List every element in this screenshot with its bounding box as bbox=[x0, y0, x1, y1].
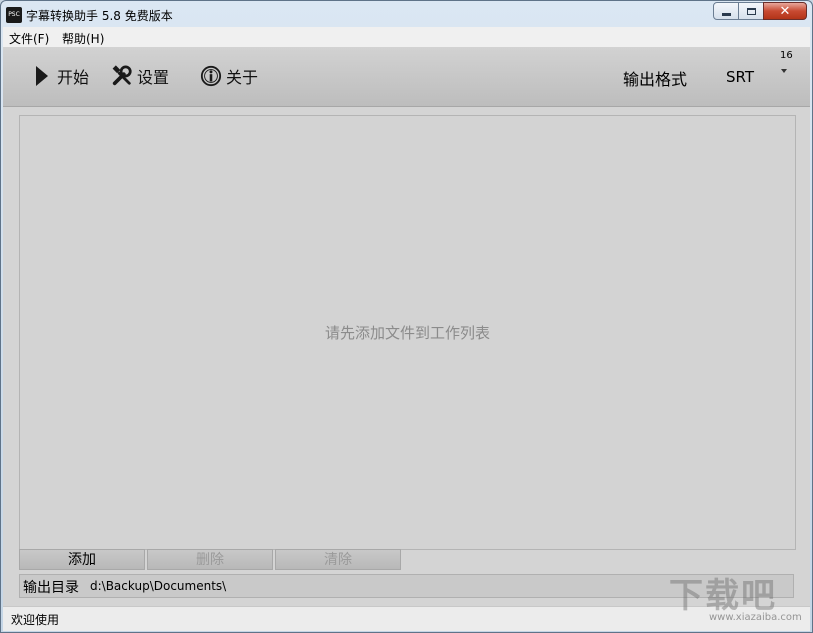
output-directory-path[interactable]: d:\Backup\Documents\ bbox=[90, 579, 226, 593]
about-label: 关于 bbox=[226, 68, 259, 87]
output-format-label: 输出格式 bbox=[623, 70, 688, 89]
close-icon: ✕ bbox=[779, 3, 791, 19]
output-directory-label: 输出目录 bbox=[23, 580, 79, 596]
client-area: 文件(F) 帮助(H) 开始 设置 关于 输出格式 SRT 16 请先添加文件到… bbox=[3, 27, 810, 631]
menu-file[interactable]: 文件(F) bbox=[9, 30, 49, 47]
maximize-icon bbox=[746, 7, 756, 15]
empty-list-message: 请先添加文件到工作列表 bbox=[324, 324, 490, 342]
site-watermark-logo: 下载吧 www.xiazaiba.com bbox=[669, 568, 807, 628]
menu-bar: 文件(F) 帮助(H) bbox=[3, 27, 810, 47]
play-icon bbox=[31, 65, 53, 87]
settings-button[interactable]: 设置 bbox=[111, 61, 169, 91]
maximize-button[interactable] bbox=[738, 2, 764, 20]
work-file-list[interactable]: 请先添加文件到工作列表 bbox=[19, 115, 796, 550]
clear-button[interactable]: 清除 bbox=[275, 549, 401, 570]
watermark-text: 下载吧 bbox=[669, 576, 777, 616]
minimize-icon bbox=[721, 12, 731, 16]
app-logo-icon: PSC bbox=[6, 7, 22, 23]
close-button[interactable]: ✕ bbox=[763, 2, 807, 20]
status-text: 欢迎使用 bbox=[11, 613, 60, 627]
output-format-badge: 16 bbox=[780, 50, 793, 61]
window-title: 字幕转换助手 5.8 免费版本 bbox=[26, 9, 173, 23]
info-icon bbox=[200, 65, 222, 87]
tools-icon bbox=[111, 65, 133, 87]
start-button[interactable]: 开始 bbox=[31, 61, 89, 91]
toolbar: 开始 设置 关于 输出格式 SRT 16 bbox=[3, 47, 810, 107]
about-button[interactable]: 关于 bbox=[200, 61, 258, 91]
minimize-button[interactable] bbox=[713, 2, 739, 20]
add-button[interactable]: 添加 bbox=[19, 549, 145, 570]
app-window: PSC 字幕转换助手 5.8 免费版本 ✕ 文件(F) 帮助(H) 开始 设置 … bbox=[0, 0, 813, 633]
start-label: 开始 bbox=[57, 68, 90, 87]
output-format-value[interactable]: SRT bbox=[726, 68, 754, 86]
title-bar[interactable]: PSC 字幕转换助手 5.8 免费版本 ✕ bbox=[1, 1, 812, 27]
settings-label: 设置 bbox=[137, 68, 170, 87]
menu-help[interactable]: 帮助(H) bbox=[62, 30, 104, 47]
window-controls: ✕ bbox=[713, 2, 807, 20]
format-dropdown-icon[interactable] bbox=[781, 69, 787, 73]
delete-button[interactable]: 删除 bbox=[147, 549, 273, 570]
watermark-url: www.xiazaiba.com bbox=[709, 612, 802, 623]
